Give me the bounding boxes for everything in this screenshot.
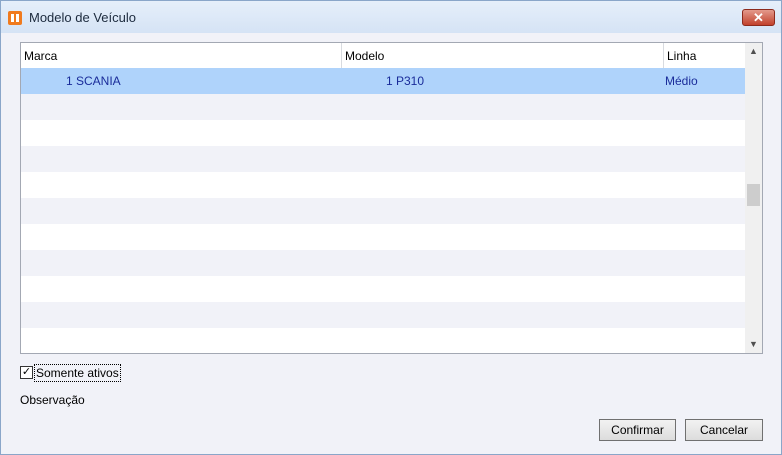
empty-row <box>21 250 745 276</box>
vehicle-model-dialog: Modelo de Veículo ✕ Marca Modelo Linha 1… <box>0 0 782 455</box>
scroll-thumb[interactable] <box>747 184 760 206</box>
active-only-checkbox[interactable]: ✓ <box>20 366 33 379</box>
empty-row <box>21 120 745 146</box>
observation-label: Observação <box>20 393 85 407</box>
empty-row <box>21 198 745 224</box>
column-header-linha[interactable]: Linha <box>664 43 745 68</box>
cell-modelo: 1 P310 <box>386 74 425 88</box>
empty-row <box>21 146 745 172</box>
scroll-up-icon[interactable]: ▲ <box>745 43 762 60</box>
vertical-scrollbar[interactable]: ▲ ▼ <box>745 43 762 353</box>
table-row[interactable]: 1 SCANIA 1 P310 Médio <box>21 68 745 94</box>
empty-row <box>21 172 745 198</box>
grid-rows: 1 SCANIA 1 P310 Médio <box>21 68 745 353</box>
cell-linha: Médio <box>665 74 698 88</box>
column-header-marca[interactable]: Marca <box>21 43 342 68</box>
grid-header: Marca Modelo Linha <box>21 43 745 68</box>
column-header-modelo[interactable]: Modelo <box>342 43 664 68</box>
vehicle-model-grid[interactable]: Marca Modelo Linha 1 SCANIA 1 P310 Médio… <box>20 42 763 354</box>
scroll-down-icon[interactable]: ▼ <box>745 336 762 353</box>
app-logo-icon <box>8 11 22 25</box>
active-only-label[interactable]: Somente ativos <box>34 364 121 382</box>
close-button[interactable]: ✕ <box>742 9 775 26</box>
empty-row <box>21 224 745 250</box>
empty-row <box>21 302 745 328</box>
empty-row <box>21 94 745 120</box>
empty-row <box>21 328 745 353</box>
title-bar: Modelo de Veículo ✕ <box>1 1 781 33</box>
window-title: Modelo de Veículo <box>29 10 136 25</box>
empty-row <box>21 276 745 302</box>
cancel-button[interactable]: Cancelar <box>685 419 763 441</box>
cell-marca: 1 SCANIA <box>66 74 121 88</box>
confirm-button[interactable]: Confirmar <box>599 419 676 441</box>
